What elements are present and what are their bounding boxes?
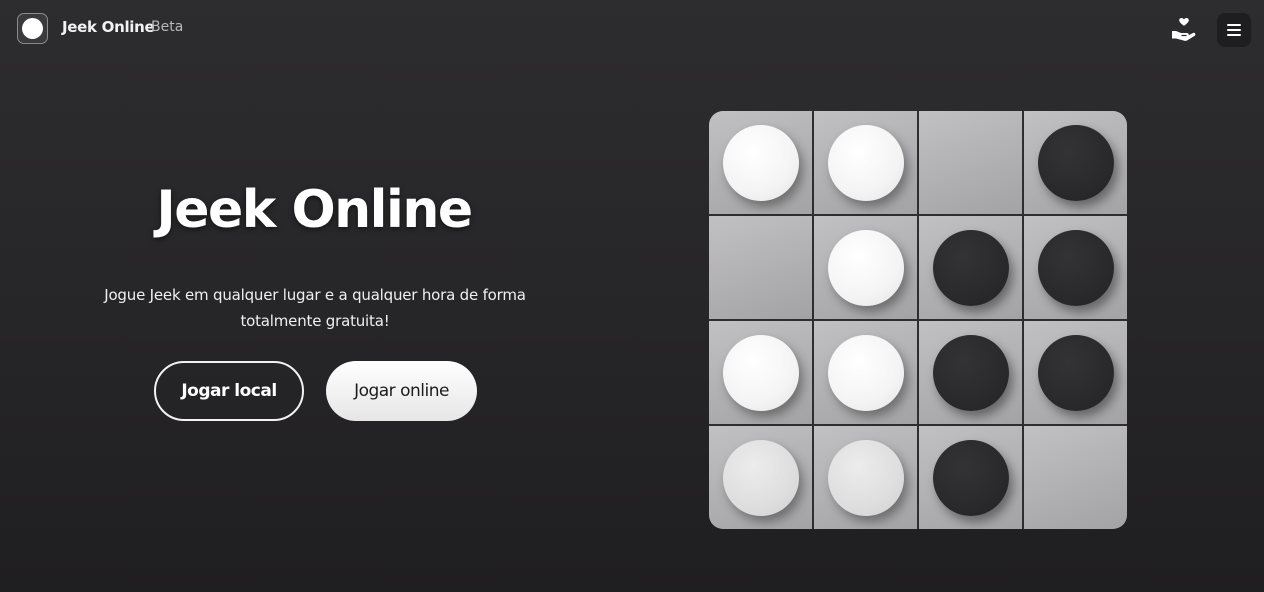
black-piece[interactable]	[932, 334, 1009, 411]
board-cell[interactable]	[1024, 216, 1127, 319]
game-board	[709, 111, 1127, 529]
top-navbar: Jeek Online Beta	[0, 0, 1264, 56]
play-local-button[interactable]: Jogar local	[154, 361, 304, 421]
white-piece[interactable]	[827, 439, 904, 516]
board-cell[interactable]	[814, 321, 917, 424]
white-piece[interactable]	[722, 439, 799, 516]
board-cell[interactable]	[709, 426, 812, 529]
board-cell[interactable]	[814, 426, 917, 529]
hero-title: Jeek Online	[156, 180, 473, 240]
black-piece[interactable]	[1037, 334, 1114, 411]
white-piece[interactable]	[827, 124, 904, 201]
beta-badge: Beta	[151, 19, 184, 35]
board-cell[interactable]	[1024, 426, 1127, 529]
board-cell[interactable]	[919, 321, 1022, 424]
hero-subtitle: Jogue Jeek em qualquer lugar e a qualque…	[104, 286, 526, 330]
white-piece[interactable]	[722, 124, 799, 201]
white-piece[interactable]	[827, 334, 904, 411]
board-cell[interactable]	[919, 426, 1022, 529]
hand-heart-icon[interactable]	[1170, 16, 1198, 42]
black-piece[interactable]	[1037, 124, 1114, 201]
board-cell[interactable]	[814, 216, 917, 319]
white-piece[interactable]	[722, 334, 799, 411]
white-piece[interactable]	[827, 229, 904, 306]
board-cell[interactable]	[1024, 111, 1127, 214]
board-cell[interactable]	[709, 321, 812, 424]
jeek-logo-icon[interactable]	[17, 13, 48, 44]
hamburger-menu-icon	[1227, 24, 1241, 36]
play-online-button[interactable]: Jogar online	[326, 361, 477, 421]
board-cell[interactable]	[709, 216, 812, 319]
black-piece[interactable]	[932, 439, 1009, 516]
black-piece[interactable]	[932, 229, 1009, 306]
board-cell[interactable]	[1024, 321, 1127, 424]
black-piece[interactable]	[1037, 229, 1114, 306]
logo-circle	[22, 18, 43, 39]
board-cell[interactable]	[919, 216, 1022, 319]
menu-button[interactable]	[1217, 13, 1251, 47]
brand-name[interactable]: Jeek Online	[62, 18, 155, 36]
board-cell[interactable]	[814, 111, 917, 214]
board-cell[interactable]	[709, 111, 812, 214]
board-cell[interactable]	[919, 111, 1022, 214]
